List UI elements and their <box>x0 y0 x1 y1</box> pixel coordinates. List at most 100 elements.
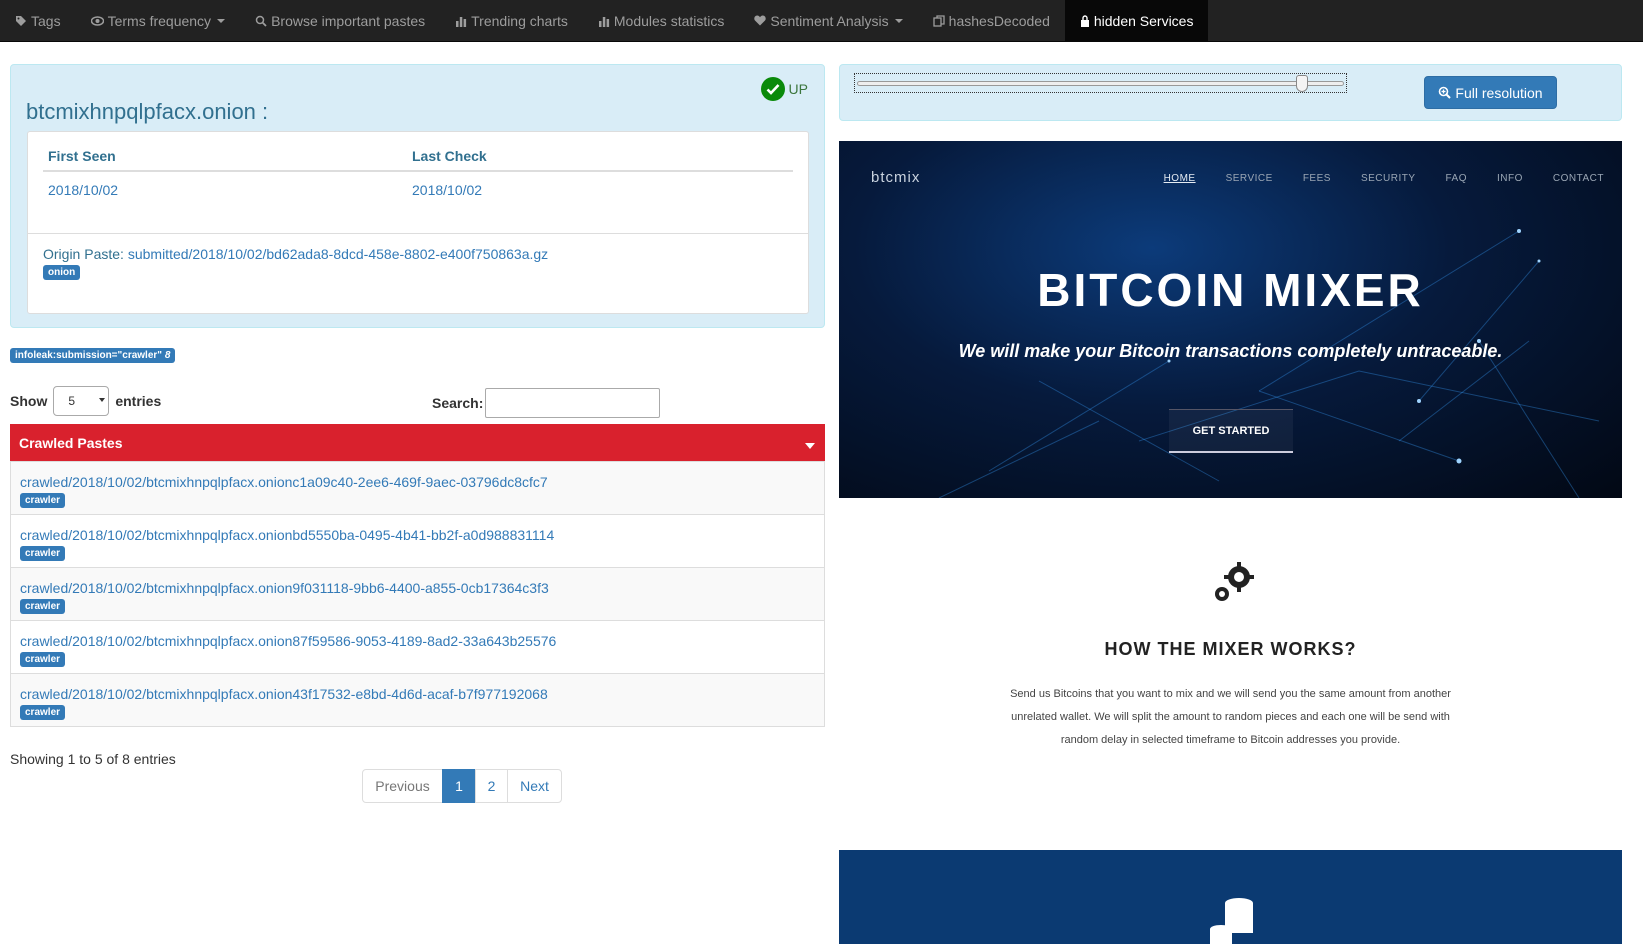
nav-hidden-services-label: hidden Services <box>1093 12 1194 29</box>
site-how-title: HOW THE MIXER WORKS? <box>1104 639 1357 659</box>
site-nav-item: SECURITY <box>1360 173 1416 184</box>
site-logo: btcmix <box>871 169 921 186</box>
site-title: BITCOIN MIXER <box>1037 264 1424 316</box>
next-page-button[interactable]: Next <box>507 769 562 803</box>
domain-info-panel: UP btcmixhnpqlpfacx.onion : First Seen L… <box>10 64 825 328</box>
last-check-header: Last Check <box>412 148 487 164</box>
table-row: crawled/2018/10/02/btcmixhnpqlpfacx.onio… <box>11 567 824 620</box>
crawled-paste-link[interactable]: crawled/2018/10/02/btcmixhnpqlpfacx.onio… <box>20 633 824 649</box>
status-text: UP <box>788 81 808 97</box>
domain-title: btcmixhnpqlpfacx.onion : <box>26 99 269 124</box>
page-2-button[interactable]: 2 <box>475 769 508 803</box>
show-label: Show <box>10 393 48 409</box>
screenshot-hero: btcmix HOME SERVICE FEES SECURITY FAQ IN… <box>839 141 1622 498</box>
crawled-paste-link[interactable]: crawled/2018/10/02/btcmixhnpqlpfacx.onio… <box>20 527 824 543</box>
domain-details-box: First Seen Last Check 2018/10/02 2018/10… <box>27 131 809 314</box>
entries-select[interactable]: 5 <box>53 386 110 416</box>
origin-paste: Origin Paste: submitted/2018/10/02/bd62a… <box>43 246 548 262</box>
zoom-in-icon <box>1439 86 1452 99</box>
first-seen-header: First Seen <box>48 148 116 164</box>
search-label: Search: <box>432 395 484 411</box>
site-nav-item: CONTACT <box>1552 173 1604 184</box>
nav-trending-charts[interactable]: Trending charts <box>440 0 583 41</box>
first-seen-value: 2018/10/02 <box>48 182 119 198</box>
bar-chart-icon <box>455 15 467 27</box>
last-check-value: 2018/10/02 <box>412 182 483 198</box>
nav-hashes-decoded[interactable]: hashesDecoded <box>918 0 1065 41</box>
divider <box>28 233 808 234</box>
search-input[interactable] <box>485 388 661 418</box>
pagination: Previous 1 2 Next <box>362 769 562 803</box>
nav-browse-label: Browse important pastes <box>271 12 426 29</box>
crawler-tag-badge[interactable]: crawler <box>20 599 66 614</box>
crawler-tag-badge[interactable]: crawler <box>20 546 66 561</box>
screenshot-controls: Full resolution <box>839 64 1622 121</box>
caret-down-icon <box>217 18 226 23</box>
top-navbar: Tags Terms frequency Browse important pa… <box>0 0 1643 42</box>
nav-terms-frequency-label: Terms frequency <box>107 12 212 29</box>
domain-dates-table: First Seen Last Check 2018/10/02 2018/10… <box>43 142 793 208</box>
nav-trending-label: Trending charts <box>471 12 568 29</box>
onion-tag-badge[interactable]: onion <box>43 265 81 280</box>
site-nav-item: FEES <box>1302 173 1331 184</box>
site-nav: HOME SERVICE FEES SECURITY FAQ INFO CONT… <box>1164 173 1604 184</box>
nav-browse-important-pastes[interactable]: Browse important pastes <box>240 0 440 41</box>
slider-track <box>857 81 1344 86</box>
caret-down-icon <box>894 18 903 23</box>
site-how-text: Send us Bitcoins that you want to mix an… <box>1010 688 1451 746</box>
previous-page-button[interactable]: Previous <box>362 769 443 803</box>
coins-icon <box>1210 898 1253 944</box>
crawled-pastes-header[interactable]: Crawled Pastes <box>10 424 825 461</box>
table-info: Showing 1 to 5 of 8 entries <box>10 751 176 767</box>
nav-sentiment-analysis[interactable]: Sentiment Analysis <box>739 0 917 41</box>
site-nav-item: SERVICE <box>1225 173 1273 184</box>
check-circle-icon <box>760 77 785 101</box>
copy-icon <box>933 14 945 27</box>
sort-desc-icon <box>805 443 815 449</box>
lock-icon <box>1080 14 1090 27</box>
site-nav-item: FAQ <box>1445 173 1468 184</box>
table-search: Search: <box>432 388 661 418</box>
entries-label: entries <box>115 393 162 409</box>
page-1-button[interactable]: 1 <box>442 769 476 803</box>
crawler-tag-badge[interactable]: crawler <box>20 652 66 667</box>
nav-tags-label: Tags <box>31 12 61 29</box>
site-nav-item: HOME <box>1163 173 1196 184</box>
nav-terms-frequency[interactable]: Terms frequency <box>76 0 240 41</box>
dates-header-row: First Seen Last Check <box>43 142 793 172</box>
full-resolution-button[interactable]: Full resolution <box>1424 76 1557 109</box>
nav-modules-statistics[interactable]: Modules statistics <box>583 0 739 41</box>
show-entries-control: Show 5 entries <box>10 386 161 416</box>
site-get-started: GET STARTED <box>1169 409 1293 453</box>
blur-slider[interactable] <box>854 73 1347 93</box>
tag-icon <box>15 15 27 27</box>
search-icon <box>255 15 267 27</box>
site-nav-item: INFO <box>1497 173 1523 184</box>
crawled-paste-link[interactable]: crawled/2018/10/02/btcmixhnpqlpfacx.onio… <box>20 580 824 596</box>
crawled-paste-link[interactable]: crawled/2018/10/02/btcmixhnpqlpfacx.onio… <box>20 686 824 702</box>
nav-hashes-label: hashesDecoded <box>948 12 1050 29</box>
nav-tags[interactable]: Tags <box>0 0 76 41</box>
table-row: crawled/2018/10/02/btcmixhnpqlpfacx.onio… <box>11 514 824 567</box>
gears-icon <box>1215 562 1254 601</box>
crawled-pastes-header-label: Crawled Pastes <box>19 434 123 451</box>
nav-sentiment-label: Sentiment Analysis <box>770 12 889 29</box>
table-row: crawled/2018/10/02/btcmixhnpqlpfacx.onio… <box>11 673 824 726</box>
dates-row: 2018/10/02 2018/10/02 <box>43 172 793 208</box>
slider-handle[interactable] <box>1296 75 1308 92</box>
crawled-paste-link[interactable]: crawled/2018/10/02/btcmixhnpqlpfacx.onio… <box>20 474 824 490</box>
entries-select-value: 5 <box>68 394 76 408</box>
bar-chart-icon <box>598 15 610 27</box>
crawler-tag-badge[interactable]: crawler <box>20 705 66 720</box>
crawler-tag-badge[interactable]: crawler <box>20 493 66 508</box>
nav-hidden-services[interactable]: hidden Services <box>1064 0 1209 41</box>
table-row: crawled/2018/10/02/btcmixhnpqlpfacx.onio… <box>11 461 824 514</box>
table-row: crawled/2018/10/02/btcmixhnpqlpfacx.onio… <box>11 620 824 673</box>
status-indicator: UP <box>760 77 808 101</box>
infoleak-tag-badge[interactable]: infoleak:submission="crawler" 8 <box>10 348 176 363</box>
crawled-screenshot: btcmix HOME SERVICE FEES SECURITY FAQ IN… <box>839 141 1622 944</box>
site-subtitle: We will make your Bitcoin transactions c… <box>958 341 1503 361</box>
infoleak-tag-count: 8 <box>164 350 171 361</box>
heart-icon <box>754 15 767 26</box>
origin-paste-link[interactable]: submitted/2018/10/02/bd62ada8-8dcd-458e-… <box>128 246 548 262</box>
